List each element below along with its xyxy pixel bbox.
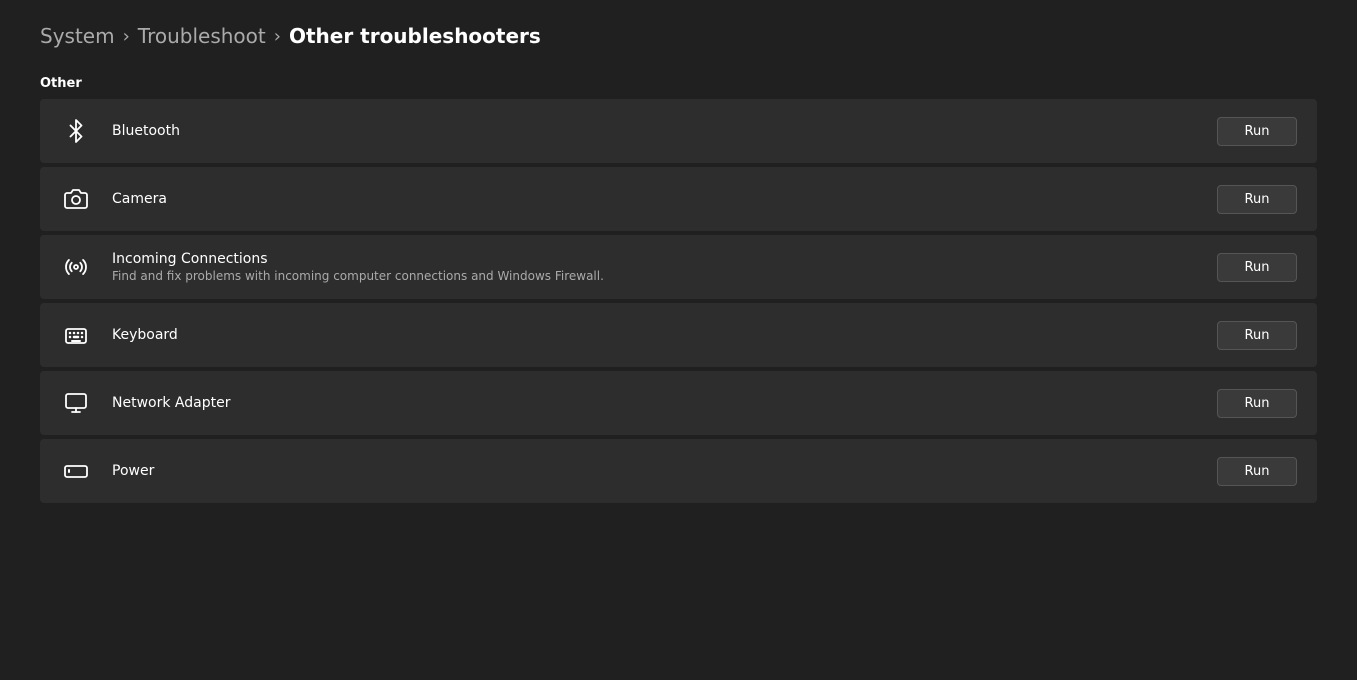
- breadcrumb: System › Troubleshoot › Other troublesho…: [40, 24, 1317, 48]
- troubleshooter-item-network-adapter: Network Adapter Run: [40, 371, 1317, 435]
- breadcrumb-sep-2: ›: [274, 26, 281, 47]
- power-title: Power: [112, 463, 154, 479]
- item-left-keyboard: Keyboard: [60, 319, 178, 351]
- incoming-connections-run-button[interactable]: Run: [1217, 253, 1297, 282]
- incoming-connections-icon: [60, 251, 92, 283]
- troubleshooter-item-bluetooth: Bluetooth Run: [40, 99, 1317, 163]
- item-text-camera: Camera: [112, 191, 167, 207]
- item-text-incoming-connections: Incoming Connections Find and fix proble…: [112, 251, 604, 283]
- item-left-incoming-connections: Incoming Connections Find and fix proble…: [60, 251, 604, 283]
- camera-icon: [60, 183, 92, 215]
- troubleshooter-list: Bluetooth Run Camera Run: [40, 99, 1317, 503]
- network-adapter-title: Network Adapter: [112, 395, 230, 411]
- troubleshooter-item-keyboard: Keyboard Run: [40, 303, 1317, 367]
- network-adapter-icon: [60, 387, 92, 419]
- power-icon: [60, 455, 92, 487]
- network-adapter-run-button[interactable]: Run: [1217, 389, 1297, 418]
- item-left-network-adapter: Network Adapter: [60, 387, 230, 419]
- incoming-connections-title: Incoming Connections: [112, 251, 604, 267]
- item-text-bluetooth: Bluetooth: [112, 123, 180, 139]
- item-text-power: Power: [112, 463, 154, 479]
- incoming-connections-description: Find and fix problems with incoming comp…: [112, 269, 604, 283]
- item-text-keyboard: Keyboard: [112, 327, 178, 343]
- item-text-network-adapter: Network Adapter: [112, 395, 230, 411]
- item-left-bluetooth: Bluetooth: [60, 115, 180, 147]
- power-run-button[interactable]: Run: [1217, 457, 1297, 486]
- camera-title: Camera: [112, 191, 167, 207]
- bluetooth-icon: [60, 115, 92, 147]
- breadcrumb-troubleshoot[interactable]: Troubleshoot: [138, 24, 266, 48]
- breadcrumb-current: Other troubleshooters: [289, 24, 541, 48]
- troubleshooter-item-power: Power Run: [40, 439, 1317, 503]
- section-label: Other: [40, 76, 1317, 91]
- bluetooth-title: Bluetooth: [112, 123, 180, 139]
- keyboard-run-button[interactable]: Run: [1217, 321, 1297, 350]
- keyboard-icon: [60, 319, 92, 351]
- item-left-camera: Camera: [60, 183, 167, 215]
- keyboard-title: Keyboard: [112, 327, 178, 343]
- item-left-power: Power: [60, 455, 154, 487]
- camera-run-button[interactable]: Run: [1217, 185, 1297, 214]
- troubleshooter-item-incoming-connections: Incoming Connections Find and fix proble…: [40, 235, 1317, 299]
- breadcrumb-sep-1: ›: [123, 26, 130, 47]
- troubleshooter-item-camera: Camera Run: [40, 167, 1317, 231]
- breadcrumb-system[interactable]: System: [40, 24, 115, 48]
- bluetooth-run-button[interactable]: Run: [1217, 117, 1297, 146]
